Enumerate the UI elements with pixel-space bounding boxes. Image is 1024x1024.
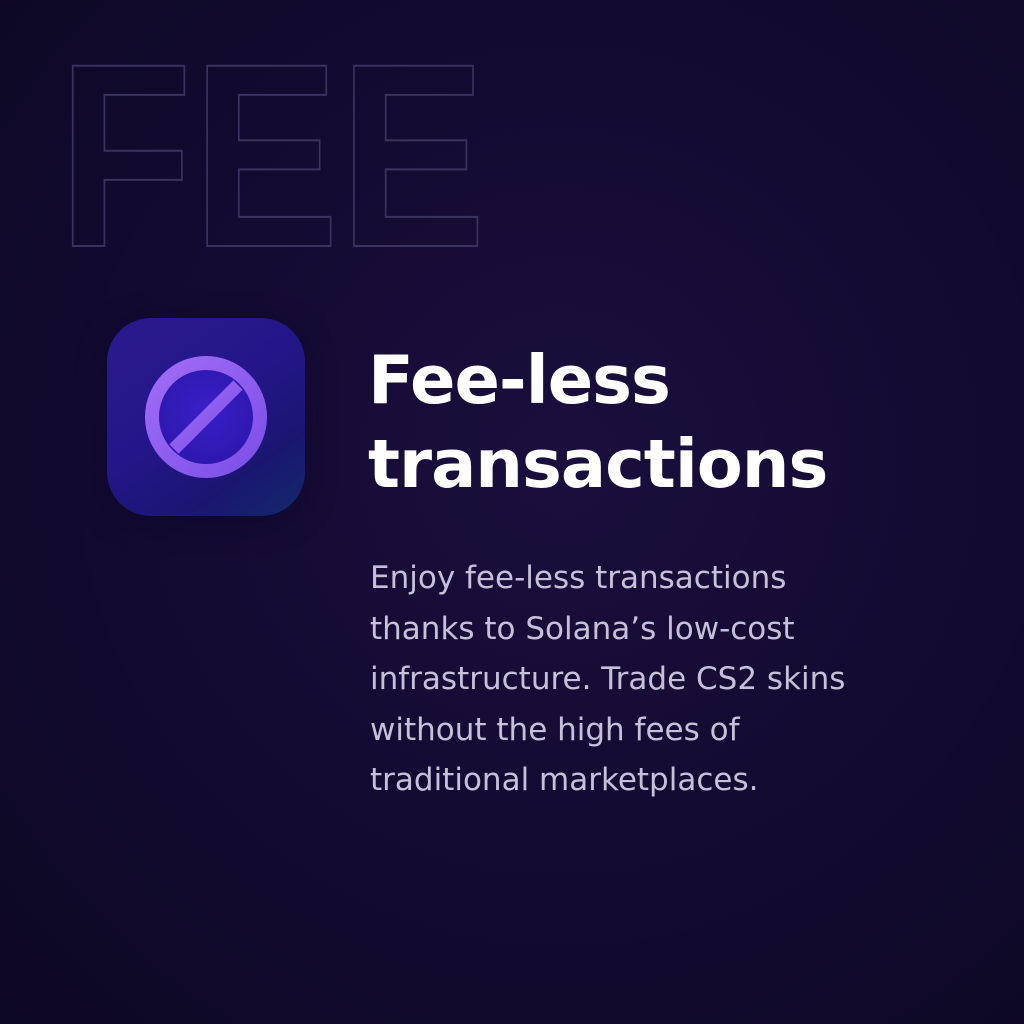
feature-title: Fee-less transactions <box>368 338 828 506</box>
feature-title-line-1: Fee-less <box>368 341 671 419</box>
feature-title-line-2: transactions <box>368 425 828 503</box>
fee-watermark: FEE <box>58 56 487 252</box>
description-line: without the high fees of <box>370 711 740 748</box>
description-line: thanks to Solana’s low-cost <box>370 610 795 647</box>
no-fee-icon <box>145 356 267 478</box>
description-line: traditional marketplaces. <box>370 762 759 798</box>
fee-watermark-text: FEE <box>58 56 486 252</box>
description-line: Enjoy fee-less transactions <box>370 560 787 596</box>
fee-free-app-icon <box>107 318 305 516</box>
description-line: infrastructure. Trade CS2 skins <box>370 661 846 697</box>
feature-description: Enjoy fee-less transactions thanks to So… <box>370 553 930 806</box>
